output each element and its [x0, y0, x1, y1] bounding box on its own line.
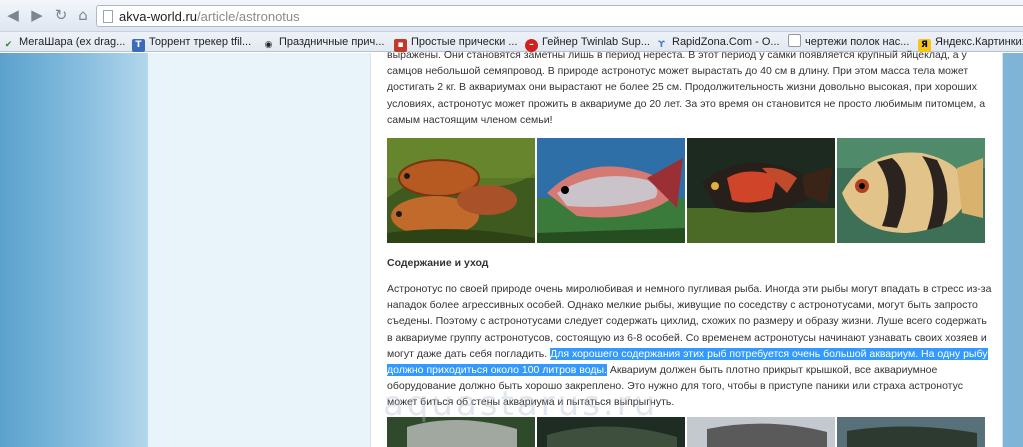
reload-icon[interactable]: ↻ — [52, 6, 70, 24]
url-text[interactable]: akva-world.ru/article/astronotus — [119, 9, 300, 24]
bookmark-torrent[interactable]: T Торрент трекер tfil... — [132, 34, 252, 52]
bookmark-label: Торрент трекер tfil... — [149, 36, 252, 48]
checkmark-favicon-icon: ✔ — [4, 40, 13, 50]
tfile-favicon-icon: T — [132, 39, 145, 52]
eye-favicon-icon: ◉ — [264, 40, 273, 50]
fish-photo-3 — [687, 138, 835, 243]
section-heading-care: Содержание и уход — [387, 257, 489, 269]
fish-photo-7 — [687, 417, 835, 447]
article-content: выражены. Они становятся заметны лишь в … — [370, 49, 1003, 447]
page-icon — [103, 10, 113, 23]
document-favicon-icon — [788, 34, 801, 47]
fish-photo-2 — [537, 138, 685, 243]
watermark-text: aquastarus.ru — [383, 384, 659, 424]
fish-photo-1 — [387, 138, 535, 243]
address-bar[interactable]: akva-world.ru/article/astronotus — [96, 5, 1023, 27]
fish-photo-8 — [837, 417, 985, 447]
bookmark-hairstyles[interactable]: ◉ Праздничные прич... — [262, 34, 385, 50]
web-page: выражены. Они становятся заметны лишь в … — [0, 49, 1023, 447]
bookmark-megashara[interactable]: ✔ МегаШара (ex drag... — [2, 34, 126, 50]
article-paragraph-intro: выражены. Они становятся заметны лишь в … — [387, 49, 986, 126]
bookmark-label: Праздничные прич... — [279, 36, 385, 48]
home-icon[interactable]: ⌂ — [74, 6, 92, 24]
right-sidebar-background — [1003, 53, 1023, 447]
url-host: akva-world.ru — [119, 9, 198, 24]
left-sidebar-background — [0, 53, 148, 447]
browser-toolbar: ◀ ▶ ↻ ⌂ akva-world.ru/article/astronotus — [0, 0, 1023, 32]
bookmark-label: МегаШара (ex drag... — [19, 36, 126, 48]
back-icon[interactable]: ◀ — [4, 6, 22, 24]
url-path: /article/astronotus — [197, 9, 300, 24]
left-column-background — [148, 53, 370, 447]
fish-photo-4 — [837, 138, 985, 243]
forward-icon[interactable]: ▶ — [28, 6, 46, 24]
